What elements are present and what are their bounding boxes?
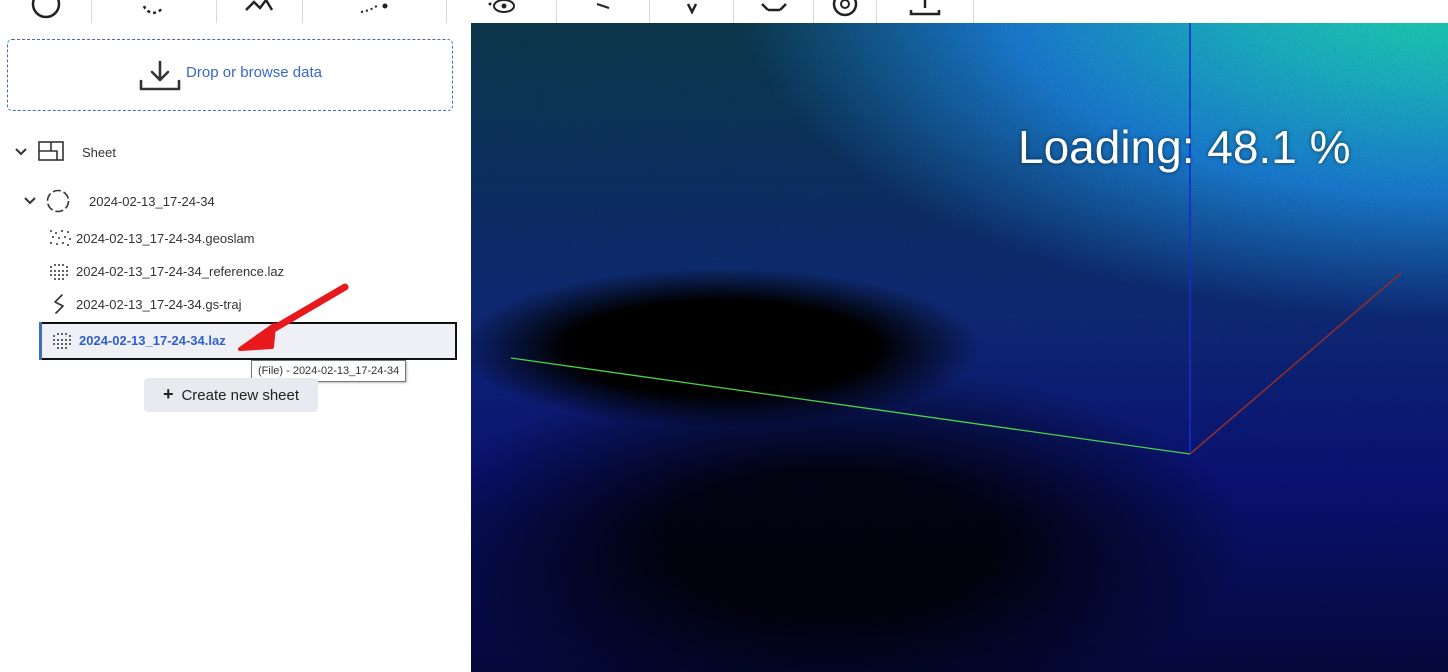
file-label: 2024-02-13_17-24-34.geoslam	[76, 230, 255, 246]
top-toolbar	[0, 0, 1448, 23]
sheet-label: Sheet	[82, 144, 116, 160]
arrow-down-icon	[686, 3, 697, 15]
rotate-icon	[142, 5, 164, 15]
trajectory-line-icon	[48, 294, 72, 314]
tree-item-file-selected-content[interactable]: 2024-02-13_17-24-34.laz	[51, 330, 226, 350]
create-sheet-button[interactable]: + Create new sheet	[144, 378, 318, 412]
target-icon	[832, 0, 858, 17]
pointer-icon	[596, 3, 610, 9]
chevron-down-icon[interactable]	[14, 145, 28, 159]
chevron-down-icon[interactable]	[23, 194, 37, 208]
point-grid-icon	[48, 261, 72, 281]
download-icon	[139, 60, 181, 91]
pan-button[interactable]	[217, 0, 303, 23]
file-label: 2024-02-13_17-24-34_reference.laz	[76, 263, 285, 279]
y-axis	[510, 357, 1191, 455]
scatter-icon	[48, 228, 72, 248]
move-icon	[760, 3, 787, 12]
loading-indicator: Loading: 48.1 %	[1018, 121, 1351, 173]
tree-item-group[interactable]: 2024-02-13_17-24-34	[23, 188, 215, 214]
sheet-icon	[38, 141, 66, 163]
plus-icon: +	[162, 383, 174, 404]
trajectory-button[interactable]	[303, 0, 447, 23]
tree-item-file[interactable]: 2024-02-13_17-24-34.geoslam	[48, 228, 255, 248]
drop-zone[interactable]: Drop or browse data	[7, 39, 453, 111]
compass-icon	[31, 0, 60, 19]
group-label: 2024-02-13_17-24-34	[89, 193, 215, 209]
tree-item-sheet[interactable]: Sheet	[14, 141, 116, 163]
visibility-button[interactable]	[447, 0, 557, 23]
data-sidebar: Drop or browse data Sheet 2024-02-13_17-…	[0, 23, 471, 672]
drop-label: Drop or browse data	[186, 63, 322, 81]
create-sheet-label: Create new sheet	[181, 386, 300, 404]
eye-icon	[488, 0, 515, 13]
file-label: 2024-02-13_17-24-34.laz	[79, 332, 226, 348]
dataset-circle-icon	[45, 188, 71, 214]
hand-icon	[244, 0, 273, 11]
rotate-button[interactable]	[92, 0, 217, 23]
file-label: 2024-02-13_17-24-34.gs-traj	[76, 296, 242, 312]
tree-item-file[interactable]: 2024-02-13_17-24-34.gs-traj	[48, 294, 242, 314]
drop-down-button[interactable]	[650, 0, 734, 23]
x-axis	[1189, 272, 1402, 455]
annotation-arrow-icon	[238, 283, 349, 351]
export-button[interactable]	[877, 0, 974, 23]
point-grid-icon	[51, 330, 75, 350]
compass-button[interactable]	[0, 0, 92, 23]
target-button[interactable]	[814, 0, 877, 23]
point-cloud-viewer[interactable]: Loading: 48.1 %	[471, 23, 1448, 672]
trajectory-icon	[360, 3, 387, 13]
export-icon	[909, 0, 941, 16]
move-button[interactable]	[734, 0, 814, 23]
select-button[interactable]	[557, 0, 650, 23]
